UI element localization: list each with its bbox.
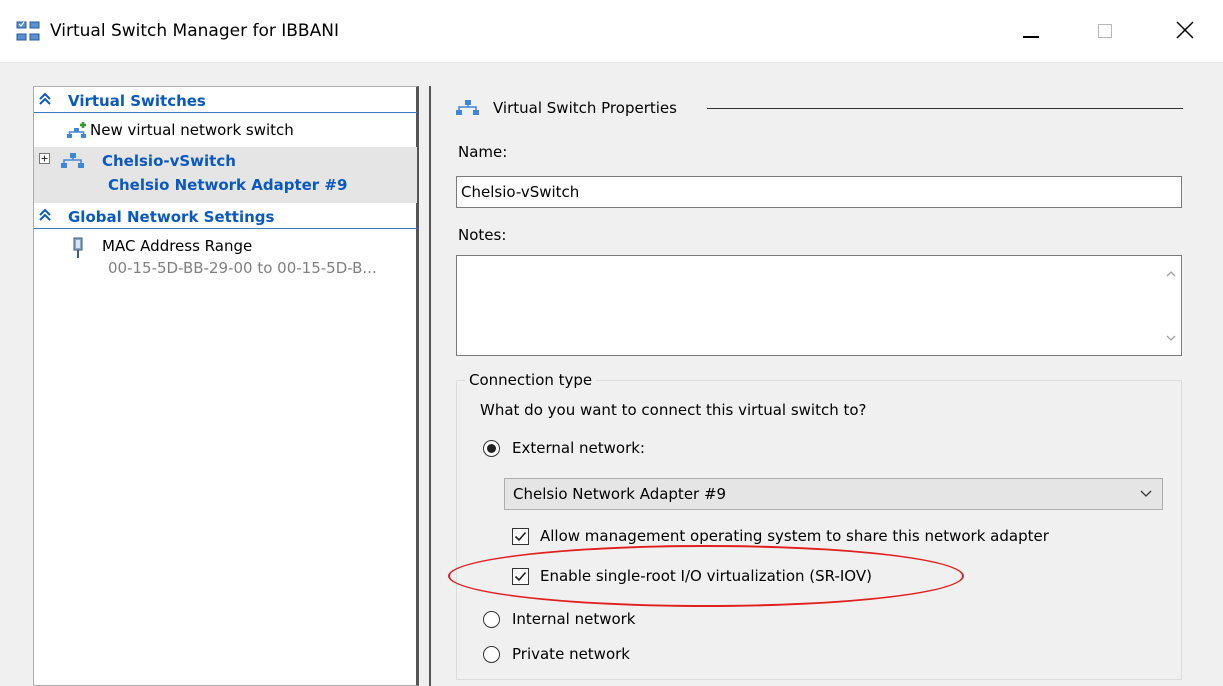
global-network-settings-header[interactable]: Global Network Settings (34, 205, 417, 229)
title-bar: Virtual Switch Manager for IBBANI (0, 0, 1223, 63)
adapter-select-value: Chelsio Network Adapter #9 (513, 485, 727, 503)
network-adapter-icon (73, 237, 83, 258)
window-title: Virtual Switch Manager for IBBANI (50, 21, 339, 41)
close-icon (1176, 21, 1194, 39)
mac-address-range-item[interactable]: MAC Address Range 00-15-5D-BB-29-00 to 0… (34, 233, 417, 285)
collapse-chevron-icon (39, 208, 51, 221)
virtual-switch-manager-icon (16, 21, 40, 43)
mac-range-label: MAC Address Range (102, 237, 253, 255)
maximize-button[interactable] (1070, 0, 1140, 63)
scroll-up-icon[interactable] (1166, 270, 1176, 278)
checkmark-icon (514, 571, 527, 582)
minimize-button[interactable] (996, 0, 1066, 63)
new-switch-icon (67, 122, 86, 138)
switch-name-label: Chelsio-vSwitch (102, 152, 236, 170)
collapse-chevron-icon (39, 92, 51, 105)
connection-question: What do you want to connect this virtual… (480, 401, 867, 419)
virtual-switches-header[interactable]: Virtual Switches (34, 89, 417, 113)
global-network-settings-label: Global Network Settings (68, 208, 275, 226)
adapter-select[interactable]: Chelsio Network Adapter #9 (504, 478, 1163, 510)
sriov-label: Enable single-root I/O virtualization (S… (540, 567, 872, 585)
minimize-icon (1023, 36, 1039, 38)
notes-label: Notes: (458, 226, 507, 244)
private-network-label: Private network (512, 645, 630, 663)
sriov-checkbox[interactable] (512, 568, 529, 585)
notes-textarea[interactable] (456, 255, 1182, 356)
connection-type-label: Connection type (465, 371, 597, 389)
mac-range-value: 00-15-5D-BB-29-00 to 00-15-5D-B... (108, 259, 377, 277)
checkmark-icon (514, 531, 527, 542)
properties-pane: Virtual Switch Properties Name: Notes: C… (429, 86, 1223, 686)
network-switch-icon (61, 153, 84, 168)
external-network-radio[interactable] (483, 440, 500, 457)
new-switch-label: New virtual network switch (90, 121, 294, 139)
section-title: Virtual Switch Properties (493, 99, 677, 117)
connection-type-group: Connection type What do you want to conn… (456, 371, 1182, 680)
allow-management-label: Allow management operating system to sha… (540, 527, 1049, 545)
chevron-down-icon (1140, 490, 1152, 497)
new-virtual-switch-item[interactable]: New virtual network switch (34, 117, 417, 145)
name-input[interactable] (456, 176, 1182, 208)
switch-adapter-label: Chelsio Network Adapter #9 (108, 176, 348, 194)
network-switch-icon (456, 100, 479, 115)
navigation-tree: Virtual Switches New virtual network swi… (33, 86, 419, 686)
internal-network-label: Internal network (512, 610, 636, 628)
private-network-radio[interactable] (483, 646, 500, 663)
maximize-icon (1098, 24, 1112, 38)
notes-scrollbar[interactable] (1161, 256, 1181, 355)
external-network-label: External network: (512, 439, 645, 457)
expand-icon[interactable] (39, 153, 50, 164)
section-divider (707, 108, 1183, 109)
name-label: Name: (458, 143, 508, 161)
scroll-down-icon[interactable] (1166, 334, 1176, 342)
internal-network-radio[interactable] (483, 611, 500, 628)
switch-item-chelsio-vswitch[interactable]: Chelsio-vSwitch Chelsio Network Adapter … (34, 147, 417, 203)
allow-management-checkbox[interactable] (512, 528, 529, 545)
close-button[interactable] (1150, 0, 1220, 63)
virtual-switches-label: Virtual Switches (68, 92, 206, 110)
